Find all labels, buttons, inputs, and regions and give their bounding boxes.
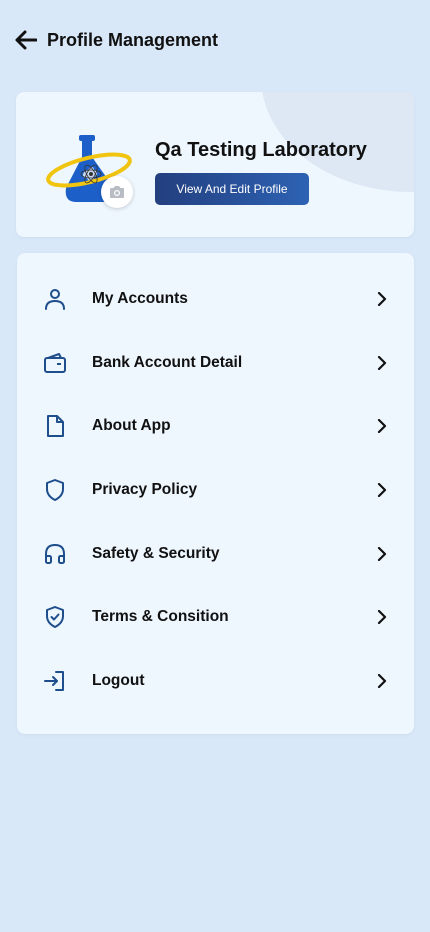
view-edit-profile-button[interactable]: View And Edit Profile [155, 173, 309, 205]
camera-icon [110, 186, 124, 198]
menu-item-label: About App [92, 417, 171, 435]
menu-list: My Accounts Bank Account Detail About Ap… [17, 253, 414, 734]
profile-card: Qa Testing Laboratory View And Edit Prof… [16, 92, 414, 237]
back-button[interactable] [14, 28, 38, 52]
menu-item-logout[interactable]: Logout [17, 649, 414, 713]
menu-item-about-app[interactable]: About App [17, 394, 414, 458]
menu-item-label: Privacy Policy [92, 480, 198, 498]
user-icon [43, 287, 67, 311]
chevron-right-icon [374, 418, 390, 434]
menu-item-label: Logout [92, 671, 145, 689]
shield-icon [43, 478, 67, 502]
menu-item-safety-security[interactable]: Safety & Security [17, 522, 414, 586]
headphones-icon [43, 542, 67, 566]
chevron-right-icon [374, 291, 390, 307]
menu-item-bank-account-detail[interactable]: Bank Account Detail [17, 331, 414, 395]
chevron-right-icon [374, 546, 390, 562]
chevron-right-icon [374, 609, 390, 625]
wallet-icon [43, 351, 67, 375]
change-photo-button[interactable] [101, 176, 133, 208]
logout-icon [43, 669, 67, 693]
menu-item-my-accounts[interactable]: My Accounts [17, 267, 414, 331]
menu-item-privacy-policy[interactable]: Privacy Policy [17, 458, 414, 522]
profile-name: Qa Testing Laboratory [155, 139, 367, 161]
app-header: Profile Management [0, 0, 430, 80]
menu-item-label: Terms & Consition [92, 608, 229, 626]
menu-item-label: My Accounts [92, 289, 188, 307]
shield-check-icon [43, 605, 67, 629]
arrow-left-icon [15, 30, 37, 50]
chevron-right-icon [374, 673, 390, 689]
menu-item-label: Bank Account Detail [92, 353, 243, 371]
chevron-right-icon [374, 355, 390, 371]
chevron-right-icon [374, 482, 390, 498]
page-title: Profile Management [47, 29, 219, 50]
document-icon [43, 414, 67, 438]
menu-item-label: Safety & Security [92, 544, 220, 562]
menu-item-terms-condition[interactable]: Terms & Consition [17, 585, 414, 649]
